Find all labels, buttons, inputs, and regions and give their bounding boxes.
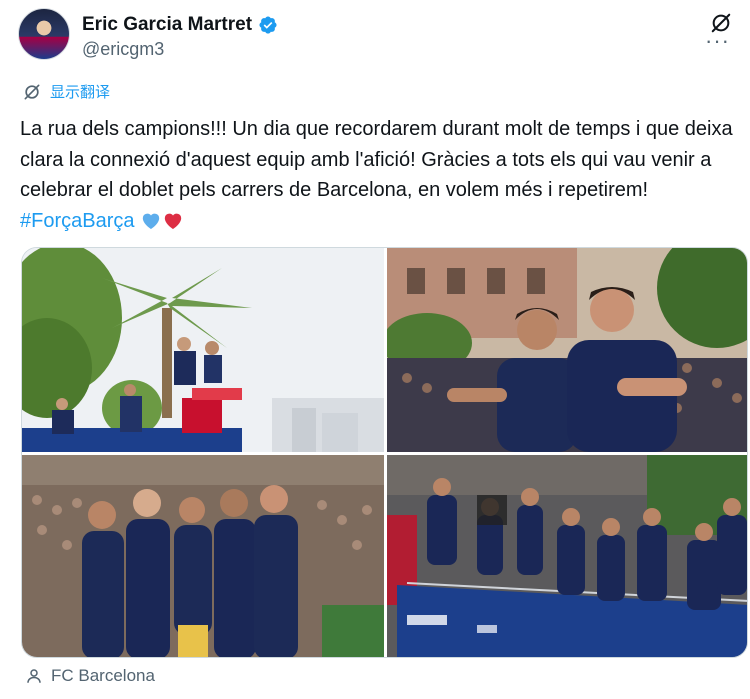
more-options-icon[interactable]: ··· xyxy=(705,30,730,52)
person-tag-icon xyxy=(27,669,41,683)
tagged-account-label: FC Barcelona xyxy=(51,666,155,685)
translate-icon xyxy=(24,84,40,99)
media-grid xyxy=(21,247,748,658)
show-translation-link[interactable]: 显示翻译 xyxy=(22,81,110,102)
red-heart-icon xyxy=(164,213,182,229)
tweet-header: Eric Garcia Martret @ericgm3 ··· xyxy=(18,6,732,62)
photo-five-players-group[interactable] xyxy=(22,455,384,657)
avatar[interactable] xyxy=(18,8,70,60)
photo-bus-palm-tree[interactable] xyxy=(22,248,384,452)
photo-team-bus-crowd[interactable] xyxy=(387,455,747,657)
tagged-account[interactable]: FC Barcelona xyxy=(25,666,155,686)
photo-two-players-smiling[interactable] xyxy=(387,248,747,452)
tweet-body: La rua dels campions!!! Un dia que recor… xyxy=(20,118,739,201)
verified-badge-icon xyxy=(259,16,277,34)
tweet-text: La rua dels campions!!! Un dia que recor… xyxy=(20,114,740,236)
hashtag-link[interactable]: #ForçaBarça xyxy=(20,210,135,232)
author-display-name[interactable]: Eric Garcia Martret xyxy=(82,14,252,36)
blue-heart-icon xyxy=(142,213,160,229)
translate-label: 显示翻译 xyxy=(50,84,111,101)
author-name-row: Eric Garcia Martret xyxy=(82,14,278,36)
author-handle[interactable]: @ericgm3 xyxy=(82,39,164,60)
